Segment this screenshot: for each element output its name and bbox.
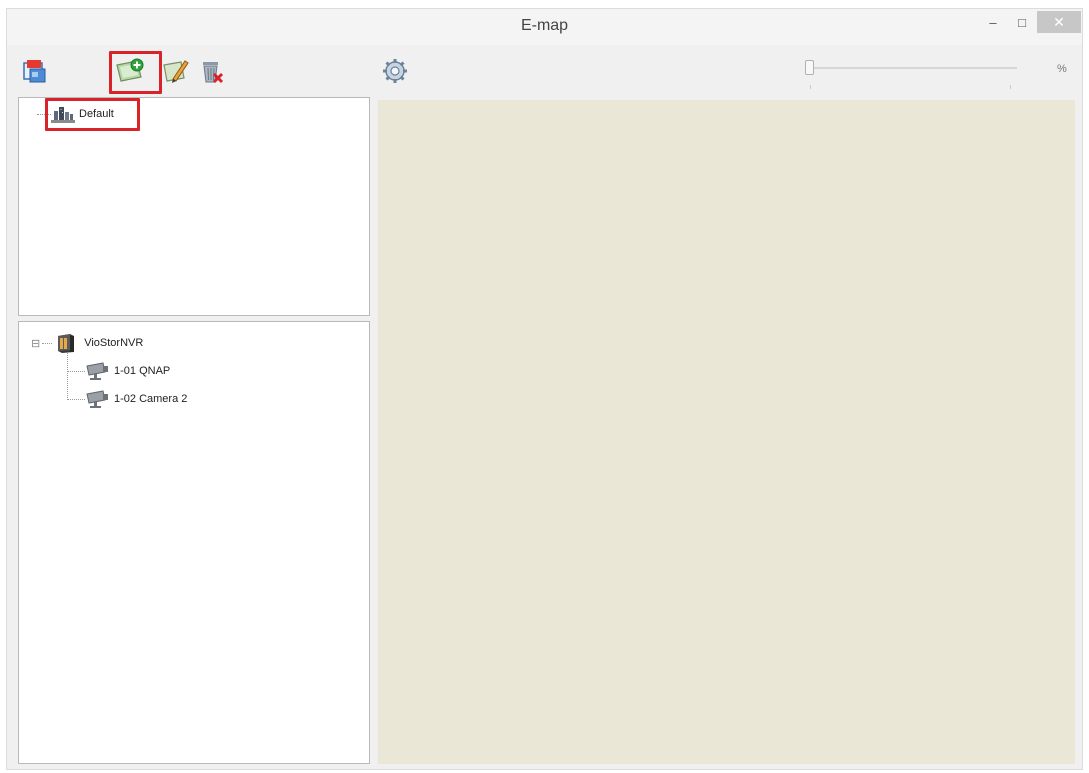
gear-icon[interactable]: [381, 57, 409, 85]
window-title: E-map: [520, 17, 569, 34]
minimize-button[interactable]: –: [980, 11, 1006, 33]
emap-settings-icon[interactable]: [21, 57, 49, 85]
tree-connector: [67, 371, 85, 372]
device-tree-item-label: 1-01 QNAP: [114, 365, 171, 377]
device-tree-item-camera[interactable]: 1-02 Camera 2: [85, 388, 187, 410]
tree-connector: [42, 342, 53, 344]
edit-map-icon[interactable]: [161, 57, 189, 85]
tree-connector: [67, 399, 85, 400]
maximize-button[interactable]: □: [1009, 11, 1035, 33]
zoom-slider-tick: [1010, 85, 1011, 89]
zoom-slider-tick: [810, 85, 811, 89]
map-display-area[interactable]: [378, 100, 1075, 764]
map-tree-panel: Default: [18, 97, 370, 316]
camera-icon: [86, 390, 108, 408]
device-tree-item-nvr[interactable]: ⊟ VioStorNVR: [31, 332, 143, 354]
device-tree-item-label: VioStorNVR: [84, 337, 144, 349]
tree-connector: [67, 352, 68, 400]
toolbar: [7, 45, 1082, 97]
emap-window: E-map – □ ✕ % Default ⊟ VioStorNVR 1-01 …: [6, 8, 1083, 770]
device-tree-item-label: 1-02 Camera 2: [114, 393, 188, 405]
title-bar: E-map – □ ✕: [7, 9, 1082, 45]
delete-map-icon[interactable]: [198, 57, 226, 85]
camera-icon: [86, 362, 108, 380]
nvr-server-icon: [58, 334, 75, 353]
device-tree-item-camera[interactable]: 1-01 QNAP: [85, 360, 170, 382]
collapse-icon[interactable]: ⊟: [31, 337, 40, 350]
close-button[interactable]: ✕: [1037, 11, 1081, 33]
device-tree-panel: ⊟ VioStorNVR 1-01 QNAP 1-02 Camera 2: [18, 321, 370, 764]
zoom-slider-track[interactable]: [807, 67, 1017, 69]
default-map-highlight: [45, 98, 140, 131]
zoom-percent-label: %: [1057, 63, 1067, 75]
add-map-highlight: [109, 51, 162, 94]
zoom-slider-thumb[interactable]: [805, 60, 814, 75]
